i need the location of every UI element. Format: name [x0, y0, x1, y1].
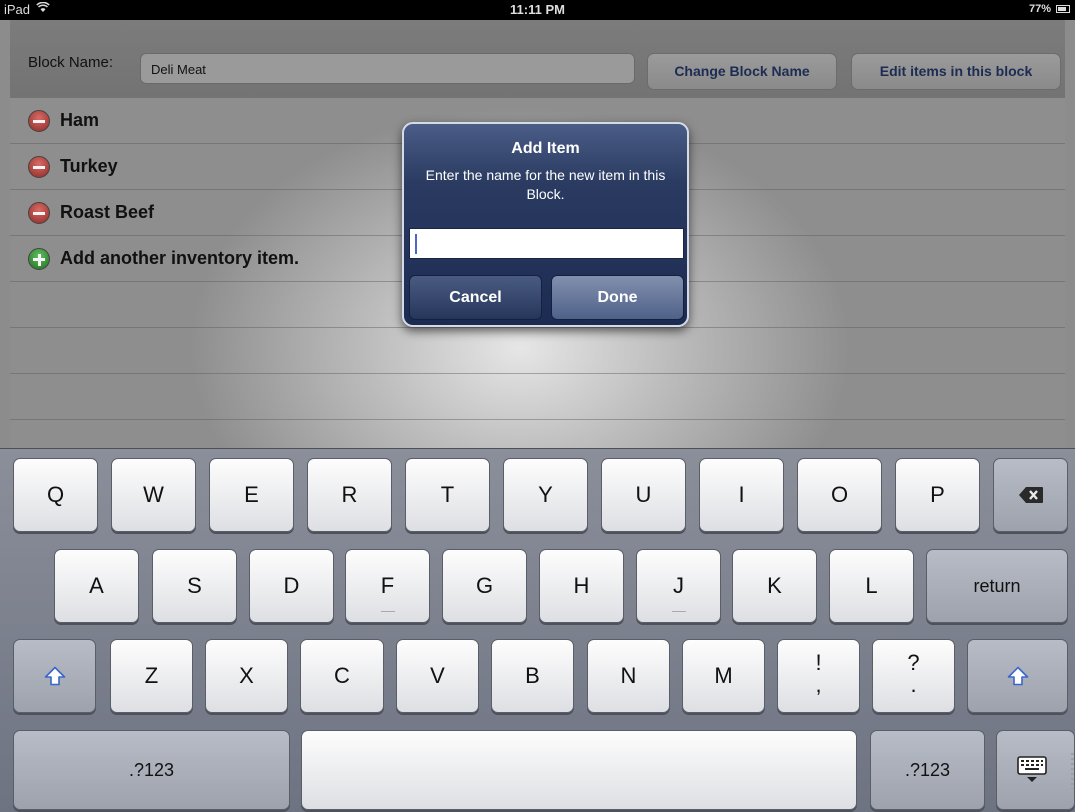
key-h[interactable]: H: [539, 549, 624, 623]
battery-percent: 77%: [1028, 3, 1051, 15]
add-item-dialog: Add Item Enter the name for the new item…: [402, 122, 689, 327]
key-y[interactable]: Y: [503, 458, 588, 532]
key-u[interactable]: U: [601, 458, 686, 532]
home-row-nub: [671, 611, 686, 612]
add-icon[interactable]: [28, 248, 50, 270]
space-bar[interactable]: [301, 730, 857, 810]
key-q[interactable]: Q: [13, 458, 98, 532]
item-label: Roast Beef: [60, 202, 155, 222]
key-s[interactable]: S: [152, 549, 237, 623]
add-item-label: Add another inventory item.: [60, 248, 300, 268]
dialog-title: Add Item: [511, 140, 580, 157]
backspace-icon: [1018, 487, 1043, 503]
block-name-field[interactable]: Deli Meat: [140, 53, 635, 84]
text-caret: [415, 234, 417, 254]
key-p[interactable]: P: [895, 458, 980, 532]
new-item-name-input[interactable]: [409, 228, 684, 259]
key-v[interactable]: V: [396, 639, 479, 713]
delete-icon[interactable]: [28, 110, 50, 132]
clock: 11:11 PM: [510, 2, 565, 17]
key-question-period[interactable]: ?.: [872, 639, 955, 713]
shift-right-key[interactable]: [967, 639, 1068, 713]
key-e[interactable]: E: [209, 458, 294, 532]
key-c[interactable]: C: [300, 639, 384, 713]
return-key[interactable]: return: [926, 549, 1068, 623]
key-g[interactable]: G: [442, 549, 527, 623]
dialog-message: Enter the name for the new item in this …: [425, 167, 666, 202]
key-x[interactable]: X: [205, 639, 288, 713]
key-i[interactable]: I: [699, 458, 784, 532]
cancel-button[interactable]: Cancel: [409, 275, 542, 320]
key-l[interactable]: L: [829, 549, 914, 623]
edit-items-button[interactable]: Edit items in this block: [851, 53, 1061, 90]
key-o[interactable]: O: [797, 458, 882, 532]
key-z[interactable]: Z: [110, 639, 193, 713]
key-d[interactable]: D: [249, 549, 334, 623]
key-m[interactable]: M: [682, 639, 765, 713]
key-b[interactable]: B: [491, 639, 574, 713]
on-screen-keyboard: Q W E R T Y U I O P A S D F G H J K L re…: [0, 448, 1075, 812]
home-row-nub: [380, 611, 395, 612]
shift-left-key[interactable]: [13, 639, 96, 713]
key-t[interactable]: T: [405, 458, 490, 532]
key-exclaim-comma[interactable]: !,: [777, 639, 860, 713]
shift-icon: [44, 666, 65, 686]
delete-icon[interactable]: [28, 202, 50, 224]
empty-row: [10, 328, 1065, 374]
key-j[interactable]: J: [636, 549, 721, 623]
done-button[interactable]: Done: [551, 275, 684, 320]
keyboard-dismiss-icon: [1016, 756, 1047, 782]
key-w[interactable]: W: [111, 458, 196, 532]
resize-grip: [1071, 753, 1074, 789]
key-n[interactable]: N: [587, 639, 670, 713]
numbers-key-left[interactable]: .?123: [13, 730, 290, 810]
block-header: Block Name: Deli Meat Change Block Name …: [10, 20, 1065, 98]
item-label: Ham: [60, 110, 100, 130]
key-a[interactable]: A: [54, 549, 139, 623]
key-k[interactable]: K: [732, 549, 817, 623]
change-block-name-button[interactable]: Change Block Name: [647, 53, 837, 90]
empty-row: [10, 374, 1065, 420]
key-f[interactable]: F: [345, 549, 430, 623]
delete-icon[interactable]: [28, 156, 50, 178]
empty-row: [10, 420, 1065, 448]
item-label: Turkey: [60, 156, 118, 176]
block-name-label: Block Name:: [28, 54, 114, 71]
numbers-key-right[interactable]: .?123: [870, 730, 985, 810]
battery-icon: [1056, 5, 1070, 13]
dismiss-keyboard-key[interactable]: [996, 730, 1075, 810]
backspace-key[interactable]: [993, 458, 1068, 532]
key-r[interactable]: R: [307, 458, 392, 532]
status-bar: iPad 11:11 PM 77%: [0, 0, 1075, 20]
shift-icon: [1007, 666, 1028, 686]
